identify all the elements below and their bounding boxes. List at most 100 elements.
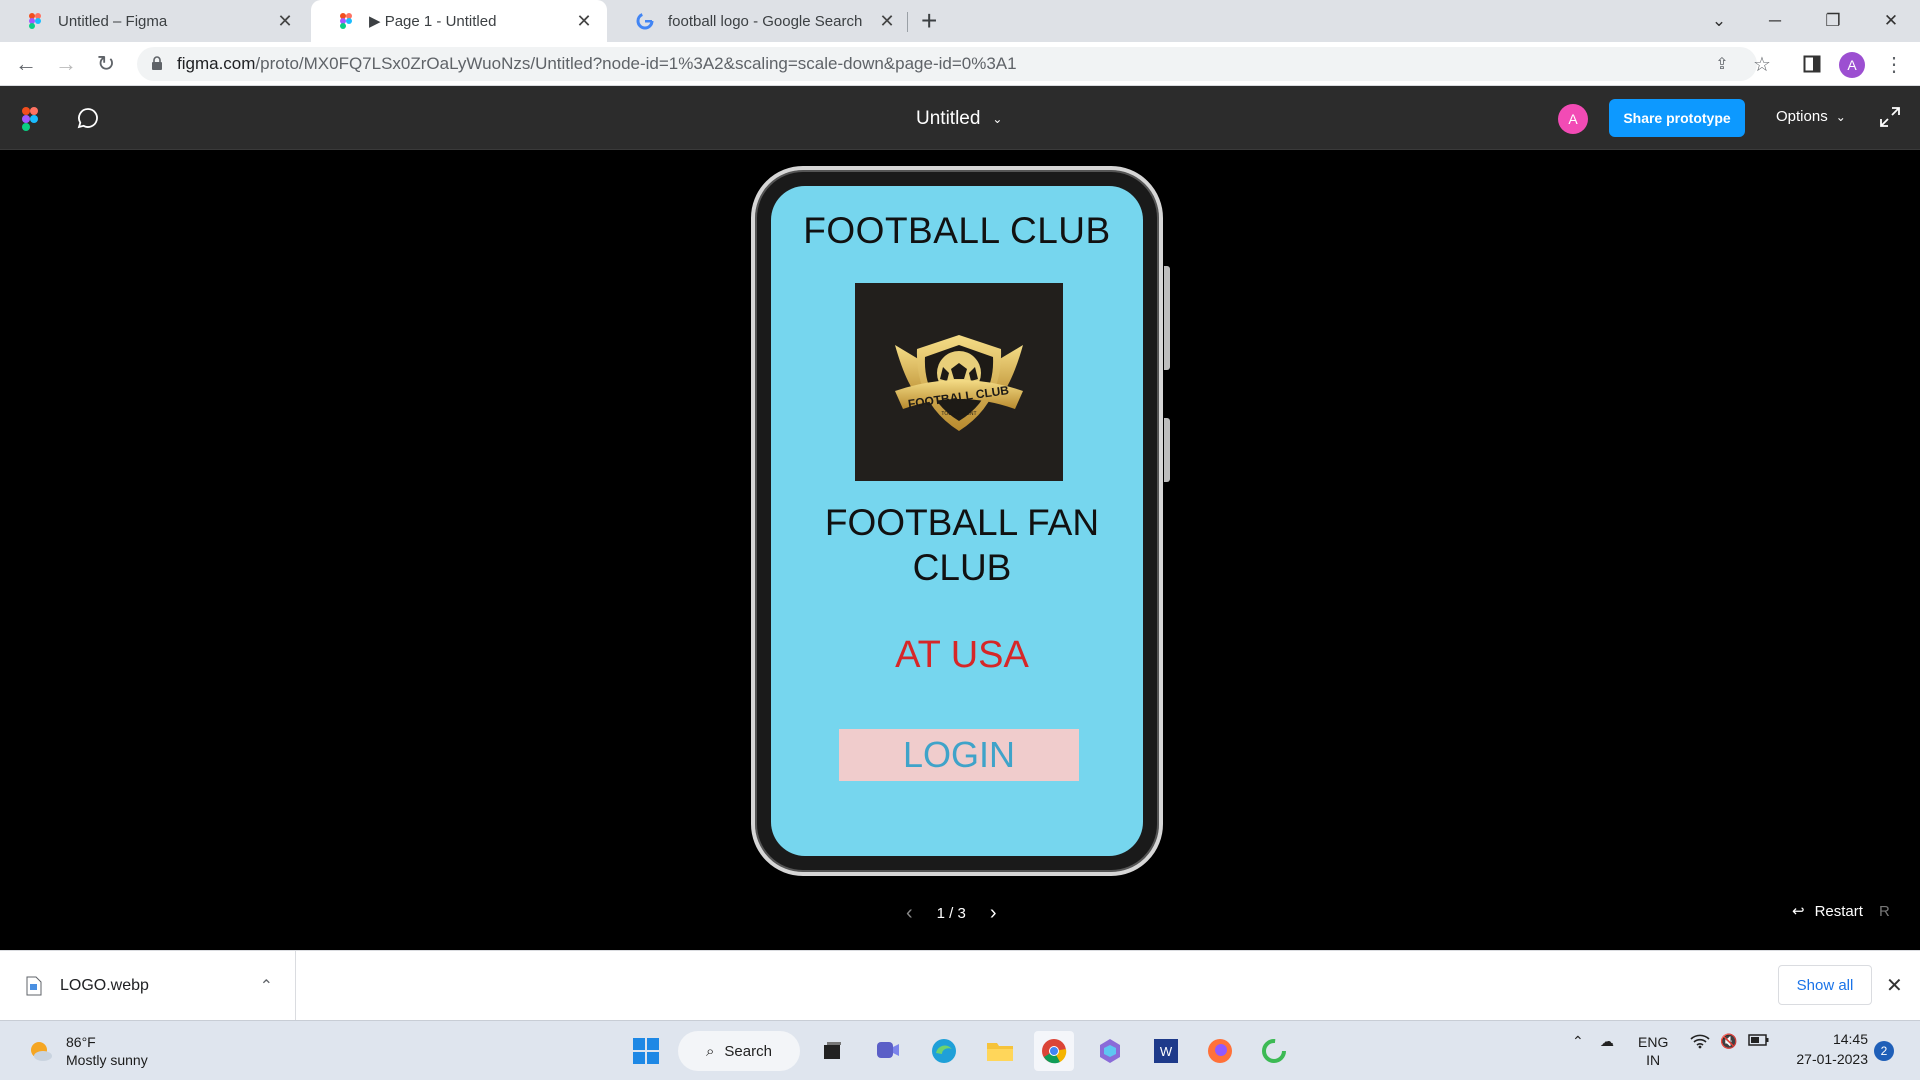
lock-icon xyxy=(152,56,162,70)
location-text: AT USA xyxy=(895,634,1029,676)
browser-toolbar: ← → ↻ figma.com/proto/MX0FQ7LSx0ZrOaLyWu… xyxy=(0,42,1920,86)
browser-tab-strip: Untitled – Figma ✕ ▶ Page 1 - Untitled ✕… xyxy=(0,0,1920,42)
forward-arrow-icon[interactable]: → xyxy=(52,50,80,78)
figma-icon xyxy=(29,13,41,29)
url-path: /proto/MX0FQ7LSx0ZrOaLyWuoNzs/Untitled?n… xyxy=(255,54,1017,73)
restart-label: Restart xyxy=(1814,902,1863,920)
word-icon[interactable]: W xyxy=(1146,1031,1186,1071)
svg-text:W: W xyxy=(1160,1044,1173,1059)
share-prototype-button[interactable]: Share prototype xyxy=(1609,99,1745,137)
windows-start-icon[interactable] xyxy=(626,1031,666,1071)
options-menu[interactable]: Options ⌄ xyxy=(1776,108,1846,125)
new-tab-button[interactable]: + xyxy=(921,6,937,36)
copilot-icon[interactable] xyxy=(1090,1031,1130,1071)
chevron-up-icon[interactable]: ⌃ xyxy=(260,976,273,996)
tab-page1-untitled[interactable]: ▶ Page 1 - Untitled ✕ xyxy=(311,0,607,42)
file-icon xyxy=(26,976,42,996)
phone-frame: FOOTBALL CLUB FOOTBALL CLUB TOURNAMENT F… xyxy=(751,166,1163,876)
edge-icon[interactable] xyxy=(924,1031,964,1071)
figma-logo-icon[interactable] xyxy=(22,107,38,131)
loading-app-icon[interactable] xyxy=(1254,1031,1294,1071)
taskbar-search[interactable]: ⌕ Search xyxy=(678,1031,800,1071)
temperature: 86°F xyxy=(66,1034,96,1050)
club-title: FOOTBALL CLUB xyxy=(803,210,1111,251)
fullscreen-icon[interactable] xyxy=(1879,106,1901,128)
battery-icon[interactable] xyxy=(1748,1033,1770,1050)
clock-time: 14:45 xyxy=(1832,1031,1868,1047)
tab-title: Untitled – Figma xyxy=(58,12,168,30)
minimize-button[interactable]: ─ xyxy=(1746,0,1804,42)
notification-badge[interactable]: 2 xyxy=(1874,1041,1894,1061)
search-icon: ⌕ xyxy=(706,1042,715,1060)
phone-side-button xyxy=(1164,418,1170,482)
close-shelf-icon[interactable]: ✕ xyxy=(1886,973,1903,998)
wifi-icon[interactable] xyxy=(1690,1033,1710,1052)
language-code: ENG xyxy=(1638,1034,1669,1050)
url-host: figma.com xyxy=(177,54,256,73)
club-logo-image: FOOTBALL CLUB TOURNAMENT xyxy=(855,283,1063,481)
chevron-down-icon: ⌄ xyxy=(992,112,1003,126)
chevron-down-icon: ⌄ xyxy=(1835,109,1846,124)
chat-icon[interactable] xyxy=(868,1031,908,1071)
taskbar-search-label: Search xyxy=(724,1042,772,1060)
restart-button[interactable]: ↩ Restart R xyxy=(1792,902,1890,921)
chevron-right-icon[interactable]: › xyxy=(990,902,997,925)
options-label: Options xyxy=(1776,108,1828,125)
onedrive-icon[interactable]: ☁ xyxy=(1600,1033,1614,1050)
figma-prototype-header: Untitled ⌄ A Share prototype Options ⌄ xyxy=(0,86,1920,150)
prototype-canvas: FOOTBALL CLUB FOOTBALL CLUB TOURNAMENT F… xyxy=(0,150,1920,950)
tab-google-search[interactable]: football logo - Google Search ✕ xyxy=(610,0,910,42)
bookmark-star-icon[interactable]: ☆ xyxy=(1748,50,1776,78)
firefox-icon[interactable] xyxy=(1200,1031,1240,1071)
language-indicator[interactable]: ENG IN xyxy=(1638,1033,1668,1069)
weather-condition: Mostly sunny xyxy=(66,1052,148,1068)
fan-club-title: FOOTBALL FAN CLUB xyxy=(824,502,1100,588)
system-clock[interactable]: 14:45 27-01-2023 xyxy=(1784,1029,1868,1069)
figma-icon xyxy=(340,13,352,29)
region-code: IN xyxy=(1646,1052,1661,1068)
tray-overflow-chevron-icon[interactable]: ⌃ xyxy=(1572,1033,1584,1050)
phone-screen: FOOTBALL CLUB FOOTBALL CLUB TOURNAMENT F… xyxy=(771,186,1143,856)
phone-side-button xyxy=(1164,266,1170,370)
clock-date: 27-01-2023 xyxy=(1796,1051,1868,1067)
close-tab-icon[interactable]: ✕ xyxy=(575,11,593,32)
chrome-icon[interactable] xyxy=(1034,1031,1074,1071)
chevron-left-icon[interactable]: ‹ xyxy=(906,902,913,925)
show-all-downloads-button[interactable]: Show all xyxy=(1778,965,1872,1005)
club-logo-emblem: FOOTBALL CLUB TOURNAMENT xyxy=(895,335,1023,431)
comment-icon[interactable] xyxy=(76,106,100,130)
logo-subtext: TOURNAMENT xyxy=(941,411,976,417)
address-bar[interactable]: figma.com/proto/MX0FQ7LSx0ZrOaLyWuoNzs/U… xyxy=(137,47,1757,81)
restart-arrow-icon: ↩ xyxy=(1792,903,1805,920)
login-button[interactable]: LOGIN xyxy=(839,729,1079,781)
file-explorer-icon[interactable] xyxy=(980,1031,1020,1071)
close-window-button[interactable]: ✕ xyxy=(1862,0,1920,42)
reload-icon[interactable]: ↻ xyxy=(92,50,120,78)
more-menu-icon[interactable]: ⋮ xyxy=(1880,50,1908,78)
restart-shortcut: R xyxy=(1878,902,1890,920)
task-view-icon[interactable] xyxy=(812,1031,852,1071)
windows-taskbar: 86°F Mostly sunny ⌕ Search W ⌃ ☁ ENG IN xyxy=(0,1020,1920,1080)
google-icon xyxy=(636,12,654,30)
tab-figma-untitled[interactable]: Untitled – Figma ✕ xyxy=(0,0,308,42)
profile-avatar[interactable]: A xyxy=(1839,52,1865,78)
tab-search-chevron-icon[interactable]: ⌄ xyxy=(1690,0,1748,42)
close-tab-icon[interactable]: ✕ xyxy=(276,11,294,32)
sun-cloud-icon xyxy=(31,1042,52,1061)
file-title-menu[interactable]: Untitled ⌄ xyxy=(916,108,1002,130)
page-indicator: 1 / 3 xyxy=(936,905,966,922)
speaker-muted-icon[interactable]: 🔇 xyxy=(1720,1033,1737,1050)
share-icon[interactable]: ⇪ xyxy=(1708,50,1736,78)
frame-pager: ‹ 1 / 3 › xyxy=(906,902,997,925)
download-file-name: LOGO.webp xyxy=(60,977,149,994)
file-title: Untitled xyxy=(916,108,981,129)
restore-button[interactable]: ❐ xyxy=(1804,0,1862,42)
side-panel-icon[interactable] xyxy=(1798,50,1826,78)
tab-title: football logo - Google Search xyxy=(668,12,863,30)
download-item[interactable]: LOGO.webp ⌃ xyxy=(0,951,296,1021)
close-tab-icon[interactable]: ✕ xyxy=(878,11,896,32)
tab-title: ▶ Page 1 - Untitled xyxy=(369,13,497,30)
weather-widget[interactable]: 86°F Mostly sunny xyxy=(26,1033,148,1069)
user-avatar[interactable]: A xyxy=(1558,104,1588,134)
back-arrow-icon[interactable]: ← xyxy=(12,50,40,78)
